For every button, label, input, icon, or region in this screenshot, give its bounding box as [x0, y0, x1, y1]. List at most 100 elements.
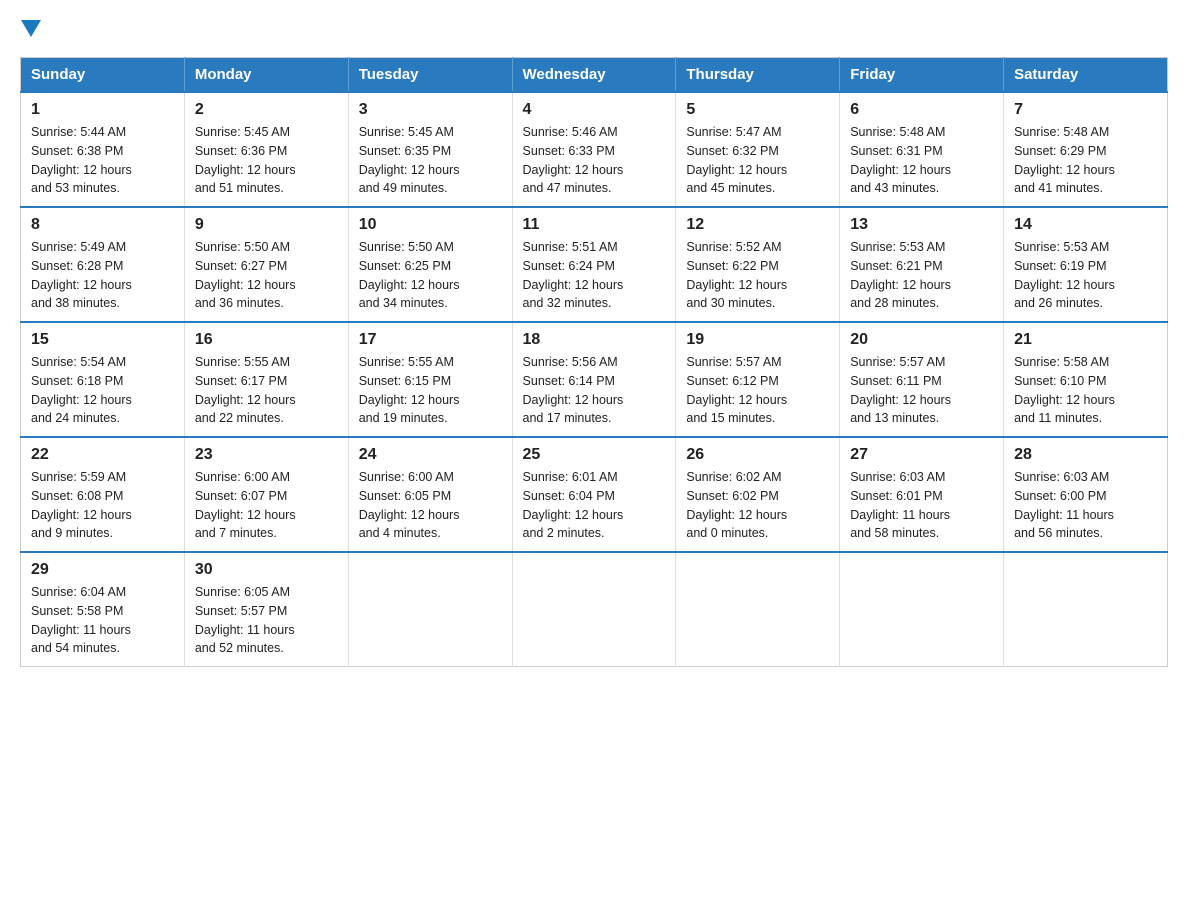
calendar-table: SundayMondayTuesdayWednesdayThursdayFrid…	[20, 57, 1168, 667]
day-number: 24	[359, 446, 502, 464]
day-info: Sunrise: 5:49 AM Sunset: 6:28 PM Dayligh…	[31, 238, 174, 313]
calendar-cell	[840, 552, 1004, 667]
calendar-cell: 29 Sunrise: 6:04 AM Sunset: 5:58 PM Dayli…	[21, 552, 185, 667]
calendar-cell	[676, 552, 840, 667]
page-header	[20, 20, 1168, 37]
logo	[20, 20, 42, 37]
calendar-week-row: 29 Sunrise: 6:04 AM Sunset: 5:58 PM Dayli…	[21, 552, 1168, 667]
day-info: Sunrise: 5:45 AM Sunset: 6:36 PM Dayligh…	[195, 123, 338, 198]
day-number: 7	[1014, 101, 1157, 119]
day-info: Sunrise: 5:58 AM Sunset: 6:10 PM Dayligh…	[1014, 353, 1157, 428]
day-info: Sunrise: 5:53 AM Sunset: 6:19 PM Dayligh…	[1014, 238, 1157, 313]
day-number: 29	[31, 561, 174, 579]
day-info: Sunrise: 5:51 AM Sunset: 6:24 PM Dayligh…	[523, 238, 666, 313]
day-info: Sunrise: 5:54 AM Sunset: 6:18 PM Dayligh…	[31, 353, 174, 428]
day-number: 4	[523, 101, 666, 119]
day-info: Sunrise: 5:48 AM Sunset: 6:29 PM Dayligh…	[1014, 123, 1157, 198]
day-info: Sunrise: 5:57 AM Sunset: 6:12 PM Dayligh…	[686, 353, 829, 428]
calendar-cell: 18 Sunrise: 5:56 AM Sunset: 6:14 PM Dayli…	[512, 322, 676, 437]
day-number: 27	[850, 446, 993, 464]
calendar-cell	[512, 552, 676, 667]
day-info: Sunrise: 5:47 AM Sunset: 6:32 PM Dayligh…	[686, 123, 829, 198]
day-info: Sunrise: 5:55 AM Sunset: 6:15 PM Dayligh…	[359, 353, 502, 428]
header-monday: Monday	[184, 58, 348, 93]
calendar-cell	[1004, 552, 1168, 667]
day-number: 21	[1014, 331, 1157, 349]
day-info: Sunrise: 5:53 AM Sunset: 6:21 PM Dayligh…	[850, 238, 993, 313]
calendar-cell: 7 Sunrise: 5:48 AM Sunset: 6:29 PM Daylig…	[1004, 92, 1168, 207]
header-wednesday: Wednesday	[512, 58, 676, 93]
day-info: Sunrise: 5:52 AM Sunset: 6:22 PM Dayligh…	[686, 238, 829, 313]
calendar-cell: 24 Sunrise: 6:00 AM Sunset: 6:05 PM Dayli…	[348, 437, 512, 552]
day-number: 30	[195, 561, 338, 579]
day-info: Sunrise: 5:59 AM Sunset: 6:08 PM Dayligh…	[31, 468, 174, 543]
calendar-cell: 13Sunrise: 5:53 AM Sunset: 6:21 PM Dayli…	[840, 207, 1004, 322]
calendar-cell: 3Sunrise: 5:45 AM Sunset: 6:35 PM Daylig…	[348, 92, 512, 207]
calendar-week-row: 22 Sunrise: 5:59 AM Sunset: 6:08 PM Dayli…	[21, 437, 1168, 552]
day-number: 26	[686, 446, 829, 464]
calendar-cell: 9 Sunrise: 5:50 AM Sunset: 6:27 PM Daylig…	[184, 207, 348, 322]
day-number: 25	[523, 446, 666, 464]
day-number: 2	[195, 101, 338, 119]
day-info: Sunrise: 5:56 AM Sunset: 6:14 PM Dayligh…	[523, 353, 666, 428]
calendar-cell: 20Sunrise: 5:57 AM Sunset: 6:11 PM Dayli…	[840, 322, 1004, 437]
day-info: Sunrise: 5:48 AM Sunset: 6:31 PM Dayligh…	[850, 123, 993, 198]
day-info: Sunrise: 6:05 AM Sunset: 5:57 PM Dayligh…	[195, 583, 338, 658]
day-number: 20	[850, 331, 993, 349]
header-friday: Friday	[840, 58, 1004, 93]
day-number: 19	[686, 331, 829, 349]
day-info: Sunrise: 5:50 AM Sunset: 6:27 PM Dayligh…	[195, 238, 338, 313]
day-info: Sunrise: 6:02 AM Sunset: 6:02 PM Dayligh…	[686, 468, 829, 543]
calendar-cell: 11Sunrise: 5:51 AM Sunset: 6:24 PM Dayli…	[512, 207, 676, 322]
calendar-cell: 4 Sunrise: 5:46 AM Sunset: 6:33 PM Daylig…	[512, 92, 676, 207]
calendar-cell	[348, 552, 512, 667]
calendar-cell: 1 Sunrise: 5:44 AM Sunset: 6:38 PM Daylig…	[21, 92, 185, 207]
calendar-cell: 30 Sunrise: 6:05 AM Sunset: 5:57 PM Dayli…	[184, 552, 348, 667]
calendar-cell: 15 Sunrise: 5:54 AM Sunset: 6:18 PM Dayli…	[21, 322, 185, 437]
day-number: 17	[359, 331, 502, 349]
day-number: 12	[686, 216, 829, 234]
calendar-cell: 12 Sunrise: 5:52 AM Sunset: 6:22 PM Dayli…	[676, 207, 840, 322]
day-number: 9	[195, 216, 338, 234]
calendar-cell: 2 Sunrise: 5:45 AM Sunset: 6:36 PM Daylig…	[184, 92, 348, 207]
day-number: 16	[195, 331, 338, 349]
day-info: Sunrise: 5:45 AM Sunset: 6:35 PM Dayligh…	[359, 123, 502, 198]
calendar-week-row: 8 Sunrise: 5:49 AM Sunset: 6:28 PM Daylig…	[21, 207, 1168, 322]
calendar-cell: 5 Sunrise: 5:47 AM Sunset: 6:32 PM Daylig…	[676, 92, 840, 207]
calendar-cell: 8 Sunrise: 5:49 AM Sunset: 6:28 PM Daylig…	[21, 207, 185, 322]
day-number: 28	[1014, 446, 1157, 464]
day-number: 1	[31, 101, 174, 119]
logo-triangle-icon	[21, 20, 41, 37]
header-saturday: Saturday	[1004, 58, 1168, 93]
day-info: Sunrise: 6:00 AM Sunset: 6:07 PM Dayligh…	[195, 468, 338, 543]
calendar-header-row: SundayMondayTuesdayWednesdayThursdayFrid…	[21, 58, 1168, 93]
header-sunday: Sunday	[21, 58, 185, 93]
day-number: 8	[31, 216, 174, 234]
day-number: 22	[31, 446, 174, 464]
header-tuesday: Tuesday	[348, 58, 512, 93]
day-number: 5	[686, 101, 829, 119]
calendar-cell: 25Sunrise: 6:01 AM Sunset: 6:04 PM Dayli…	[512, 437, 676, 552]
day-info: Sunrise: 5:50 AM Sunset: 6:25 PM Dayligh…	[359, 238, 502, 313]
calendar-cell: 10 Sunrise: 5:50 AM Sunset: 6:25 PM Dayli…	[348, 207, 512, 322]
day-info: Sunrise: 5:44 AM Sunset: 6:38 PM Dayligh…	[31, 123, 174, 198]
calendar-cell: 28Sunrise: 6:03 AM Sunset: 6:00 PM Dayli…	[1004, 437, 1168, 552]
calendar-cell: 14 Sunrise: 5:53 AM Sunset: 6:19 PM Dayli…	[1004, 207, 1168, 322]
calendar-cell: 22 Sunrise: 5:59 AM Sunset: 6:08 PM Dayli…	[21, 437, 185, 552]
day-info: Sunrise: 5:46 AM Sunset: 6:33 PM Dayligh…	[523, 123, 666, 198]
calendar-week-row: 1 Sunrise: 5:44 AM Sunset: 6:38 PM Daylig…	[21, 92, 1168, 207]
day-number: 6	[850, 101, 993, 119]
calendar-cell: 6 Sunrise: 5:48 AM Sunset: 6:31 PM Daylig…	[840, 92, 1004, 207]
calendar-cell: 27 Sunrise: 6:03 AM Sunset: 6:01 PM Dayli…	[840, 437, 1004, 552]
day-number: 14	[1014, 216, 1157, 234]
day-info: Sunrise: 6:03 AM Sunset: 6:01 PM Dayligh…	[850, 468, 993, 543]
calendar-cell: 16Sunrise: 5:55 AM Sunset: 6:17 PM Dayli…	[184, 322, 348, 437]
calendar-week-row: 15 Sunrise: 5:54 AM Sunset: 6:18 PM Dayli…	[21, 322, 1168, 437]
day-info: Sunrise: 6:04 AM Sunset: 5:58 PM Dayligh…	[31, 583, 174, 658]
day-number: 10	[359, 216, 502, 234]
day-number: 15	[31, 331, 174, 349]
day-number: 18	[523, 331, 666, 349]
day-info: Sunrise: 6:00 AM Sunset: 6:05 PM Dayligh…	[359, 468, 502, 543]
calendar-cell: 17 Sunrise: 5:55 AM Sunset: 6:15 PM Dayli…	[348, 322, 512, 437]
header-thursday: Thursday	[676, 58, 840, 93]
